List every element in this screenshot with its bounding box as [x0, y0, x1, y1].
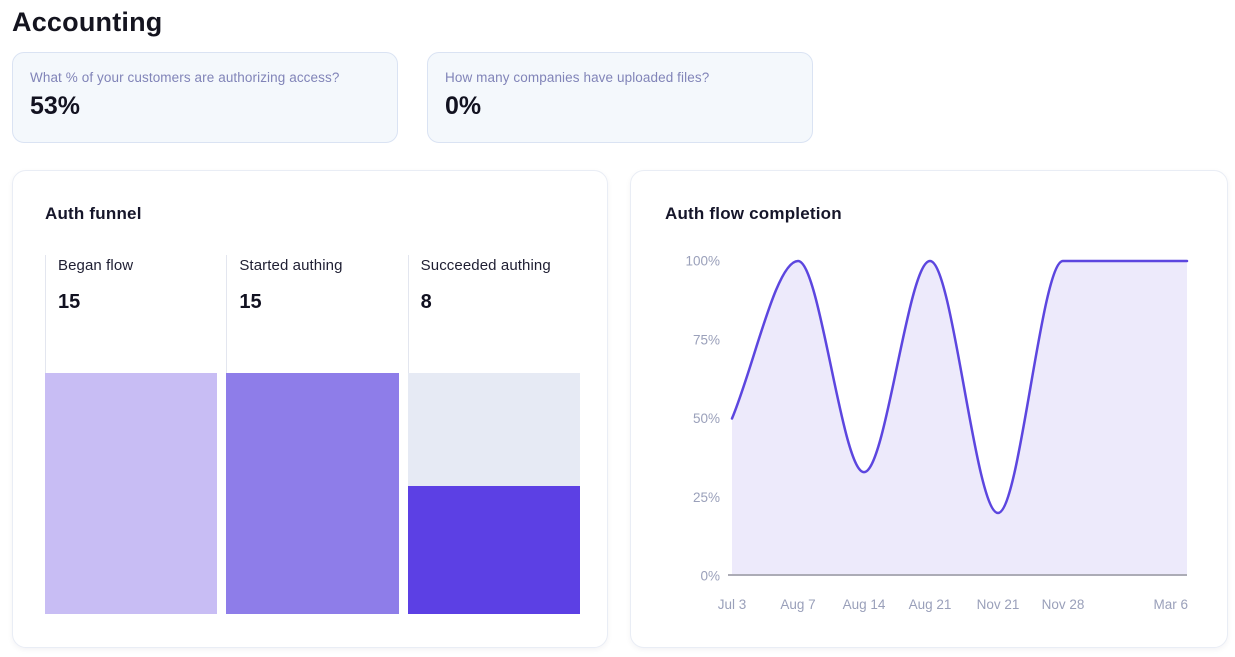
- page-title: Accounting: [12, 6, 1235, 38]
- funnel-column-began-flow: Began flow 15: [45, 255, 217, 614]
- x-tick-label: Nov 28: [1042, 597, 1085, 612]
- funnel-column-label: Succeeded authing: [421, 257, 580, 274]
- stat-cards-row: What % of your customers are authorizing…: [12, 52, 1235, 143]
- stat-card-authorizing-access: What % of your customers are authorizing…: [12, 52, 398, 143]
- stat-question: How many companies have uploaded files?: [445, 70, 796, 85]
- y-tick-label: 100%: [685, 254, 720, 269]
- x-tick-label: Nov 21: [977, 597, 1020, 612]
- stat-question: What % of your customers are authorizing…: [30, 70, 381, 85]
- funnel-bar: [408, 373, 580, 614]
- stat-value: 0%: [445, 92, 796, 121]
- x-tick-label: Aug 14: [843, 597, 886, 612]
- y-tick-label: 25%: [693, 490, 720, 505]
- funnel-column-succeeded-authing: Succeeded authing 8: [408, 255, 580, 614]
- stat-card-uploaded-files: How many companies have uploaded files? …: [427, 52, 813, 143]
- x-tick-label: Jul 3: [718, 597, 747, 612]
- funnel-column-value: 15: [58, 291, 217, 314]
- auth-funnel-chart: Began flow 15 Started authing 15 Succeed…: [45, 255, 580, 614]
- funnel-bar: [226, 373, 398, 614]
- auth-flow-completion-panel: Auth flow completion 0% 25% 50% 75% 100% Jul …: [630, 170, 1228, 648]
- funnel-column-value: 8: [421, 291, 580, 314]
- funnel-column-value: 15: [239, 291, 398, 314]
- x-tick-label: Aug 7: [780, 597, 815, 612]
- stat-value: 53%: [30, 92, 381, 121]
- x-tick-label: Mar 6: [1153, 597, 1188, 612]
- funnel-column-label: Began flow: [58, 257, 217, 274]
- x-tick-label: Aug 21: [909, 597, 952, 612]
- y-tick-label: 50%: [693, 411, 720, 426]
- y-tick-label: 75%: [693, 332, 720, 347]
- auth-flow-completion-title: Auth flow completion: [665, 204, 1227, 224]
- panels-row: Auth funnel Began flow 15 Started authin…: [12, 170, 1235, 648]
- y-tick-label: 0%: [700, 569, 720, 584]
- funnel-column-label: Started authing: [239, 257, 398, 274]
- auth-funnel-title: Auth funnel: [45, 204, 580, 224]
- funnel-bar: [45, 373, 217, 614]
- area-fill: [732, 261, 1187, 575]
- funnel-column-started-authing: Started authing 15: [226, 255, 398, 614]
- auth-funnel-panel: Auth funnel Began flow 15 Started authin…: [12, 170, 608, 648]
- auth-flow-completion-chart: 0% 25% 50% 75% 100% Jul 3 Aug 7 Aug 14 Aug 21 Nov…: [656, 243, 1216, 613]
